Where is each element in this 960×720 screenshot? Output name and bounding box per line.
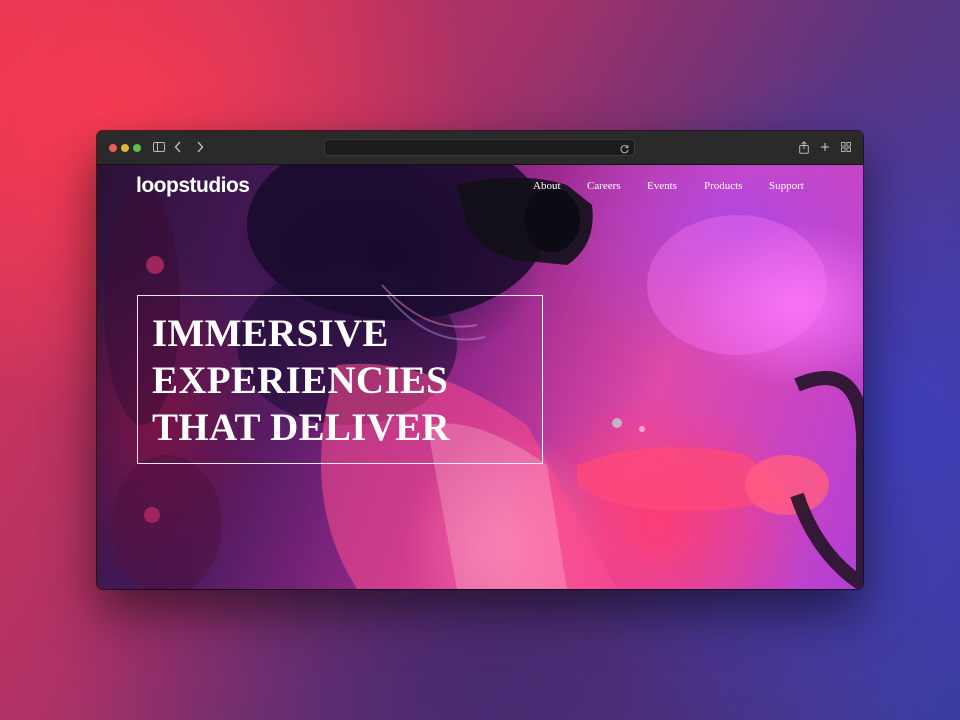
sidebar-icon[interactable] (152, 140, 166, 154)
close-window-button[interactable] (109, 144, 117, 152)
nav-link-support[interactable]: Support (769, 180, 804, 192)
reload-icon[interactable] (619, 142, 630, 154)
plus-icon[interactable] (818, 140, 832, 154)
chevron-right-icon[interactable] (193, 140, 207, 154)
minimize-window-button[interactable] (121, 144, 129, 152)
hero-headline-box: IMMERSIVE EXPERIENCIES THAT DELIVER (137, 295, 543, 464)
browser-window: loopstudios About Careers Events Product… (97, 131, 863, 589)
chevron-left-icon[interactable] (171, 140, 185, 154)
nav-link-events[interactable]: Events (647, 180, 677, 192)
nav-link-careers[interactable]: Careers (587, 180, 621, 192)
nav-link-products[interactable]: Products (704, 180, 743, 192)
browser-toolbar (97, 131, 863, 165)
website-viewport: loopstudios About Careers Events Product… (97, 165, 863, 589)
share-icon[interactable] (797, 140, 811, 154)
grid-icon[interactable] (839, 140, 853, 154)
hero-headline: IMMERSIVE EXPERIENCIES THAT DELIVER (152, 312, 450, 449)
nav-link-about[interactable]: About (533, 180, 561, 192)
site-navigation: About Careers Events Products Support (97, 180, 863, 196)
zoom-window-button[interactable] (133, 144, 141, 152)
address-bar[interactable] (324, 139, 635, 156)
